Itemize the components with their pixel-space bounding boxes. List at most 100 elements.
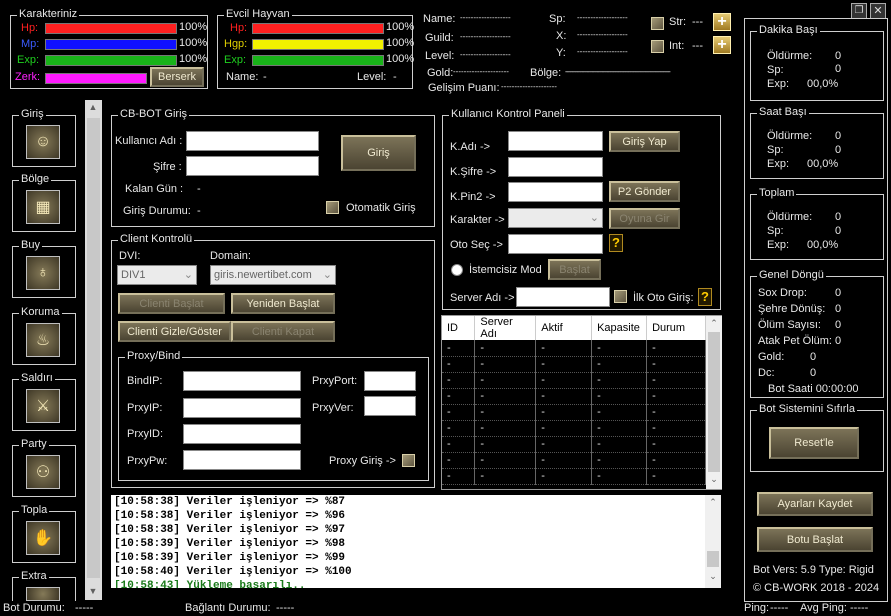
botu-baslat-button[interactable]: Botu Başlat [757,527,873,552]
server-table-header: ID Server Adı Aktif Kapasite Durum [442,316,706,340]
oldurme-label: Öldürme: [767,130,813,142]
sidebar-item-label: Saldırı [19,372,55,384]
bindip-input[interactable] [183,371,301,391]
oyuna-gir-button[interactable]: Oyuna Gir [609,208,680,229]
column-header[interactable]: Durum [646,316,706,340]
kullanici-panel-group: Kullanıcı Kontrol Paneli K.Adı -> Giriş … [442,108,721,310]
table-row[interactable]: ----- [442,468,706,485]
clienti-gizle-button[interactable]: Clienti Gizle/Göster [118,321,231,342]
kadi-label: K.Adı -> [450,141,491,153]
scrollbar-thumb[interactable] [87,118,100,578]
domain-select[interactable]: giris.newertibet.com ⌄ [210,265,336,285]
otomatik-giris-checkbox[interactable] [326,201,339,214]
table-cell: - [591,468,648,485]
karakter-select[interactable]: ⌄ [508,208,603,228]
column-header[interactable]: ID [442,316,476,340]
close-button[interactable]: ✕ [870,3,886,19]
table-row[interactable]: ----- [442,404,706,421]
scroll-up-icon[interactable]: ⌃ [705,497,721,508]
prxyver-input[interactable] [364,396,416,416]
hand-icon: ✋ [26,521,60,555]
sidebar-scrollbar[interactable]: ▲ ▼ [85,100,102,600]
kullanici-input[interactable] [186,131,319,151]
pet-exp-label: Exp: [224,54,247,66]
sp-label: Sp: [767,225,784,237]
int-checkbox[interactable] [651,40,664,53]
client-group: Client Kontrolü DVI: DIV1 ⌄ Domain: giri… [111,233,435,488]
sidebar-item-extra[interactable]: Extra [12,570,76,601]
prxyip-label: PrxyIP: [127,402,163,414]
scroll-down-icon[interactable]: ⌄ [705,571,721,582]
proxy-giris-checkbox[interactable] [402,454,415,467]
str-plus-button[interactable]: + [713,13,731,31]
berserk-button[interactable]: Berserk [150,67,204,87]
table-cell: - [474,340,537,357]
sp-value: 0 [835,63,842,75]
column-header[interactable]: Aktif [535,316,593,340]
istemcisiz-baslat-button[interactable]: Başlat [548,259,601,280]
pet-group: Evcil Hayvan Hp: 100% Hgp: 100% Exp: 100… [217,8,415,89]
log-scrollbar[interactable]: ⌃ ⌄ [705,495,721,588]
table-scrollbar[interactable]: ⌃ ⌄ [706,316,722,489]
kullanici-label: Kullanıcı Adı : [115,135,183,147]
scroll-up-icon[interactable]: ⌃ [706,318,722,329]
prxyport-input[interactable] [364,371,416,391]
kadi-input[interactable] [508,131,603,151]
p2-gonder-button[interactable]: P2 Gönder [609,181,680,202]
prxyid-input[interactable] [183,424,301,444]
kpin2-input[interactable] [508,182,603,202]
clienti-kapat-button[interactable]: Clienti Kapat [231,321,335,342]
yeniden-baslat-button[interactable]: Yeniden Başlat [231,293,335,314]
otosec-input[interactable] [508,234,603,254]
sehre-donus-label: Şehre Dönüş: [758,303,826,315]
scrollbar-thumb[interactable] [707,551,719,567]
ayarlari-kaydet-button[interactable]: Ayarları Kaydet [757,492,873,516]
scroll-up-icon[interactable]: ▲ [85,102,101,112]
ilk-oto-help-icon[interactable]: ? [698,288,712,306]
table-row[interactable]: ----- [442,372,706,389]
otosec-help-icon[interactable]: ? [609,234,623,252]
pet-exp-bar [252,55,384,66]
sidebar-item-saldiri[interactable]: Saldırı ⚔ [12,372,76,431]
dvi-select[interactable]: DIV1 ⌄ [117,265,197,285]
str-checkbox[interactable] [651,17,664,30]
scrollbar-thumb[interactable] [708,332,720,472]
resetle-button[interactable]: Reset'le [769,427,859,459]
exp-value: 00,0% [807,158,839,170]
restore-button[interactable]: ❐ [851,3,867,19]
table-cell: - [646,420,706,437]
table-row[interactable]: ----- [442,388,706,405]
pet-hgp-value: 100% [386,37,415,49]
sidebar-item-koruma[interactable]: Koruma ♨ [12,306,76,365]
giris-yap-button[interactable]: Giriş Yap [609,131,680,152]
int-plus-button[interactable]: + [713,36,731,54]
sidebar-item-buy[interactable]: Buy ♁ [12,239,76,298]
sidebar-item-bolge[interactable]: Bölge ▦ [12,173,76,232]
ilk-oto-giris-checkbox[interactable] [614,290,627,303]
ksifre-input[interactable] [508,157,603,177]
giris-durumu-label: Giriş Durumu: [123,205,191,217]
sox-drop-label: Sox Drop: [758,287,807,299]
sidebar-item-party[interactable]: Party ⚇ [12,438,76,497]
sidebar-item-giris[interactable]: Giriş ☺ [12,108,76,167]
giris-button[interactable]: Giriş [341,135,416,171]
clienti-baslat-button[interactable]: Clienti Başlat [118,293,225,314]
sidebar-item-topla[interactable]: Topla ✋ [12,504,76,563]
table-row[interactable]: ----- [442,436,706,453]
table-row[interactable]: ----- [442,356,706,373]
table-row[interactable]: ----- [442,452,706,469]
saat-title: Saat Başı [757,106,809,118]
column-header[interactable]: Server Adı [474,316,537,340]
prxyip-input[interactable] [183,398,301,418]
server-adi-input[interactable] [516,287,610,307]
scroll-down-icon[interactable]: ▼ [85,586,101,596]
istemcisiz-radio[interactable] [451,264,463,276]
prxypw-input[interactable] [183,450,301,470]
sifre-input[interactable] [186,156,319,176]
info-bolge-label: Bölge: [530,67,562,79]
scroll-down-icon[interactable]: ⌄ [706,474,722,485]
column-header[interactable]: Kapasite [591,316,648,340]
info-gelisim-label: Gelişim Puanı: [428,82,500,94]
table-row[interactable]: ----- [442,340,706,357]
table-row[interactable]: ----- [442,420,706,437]
